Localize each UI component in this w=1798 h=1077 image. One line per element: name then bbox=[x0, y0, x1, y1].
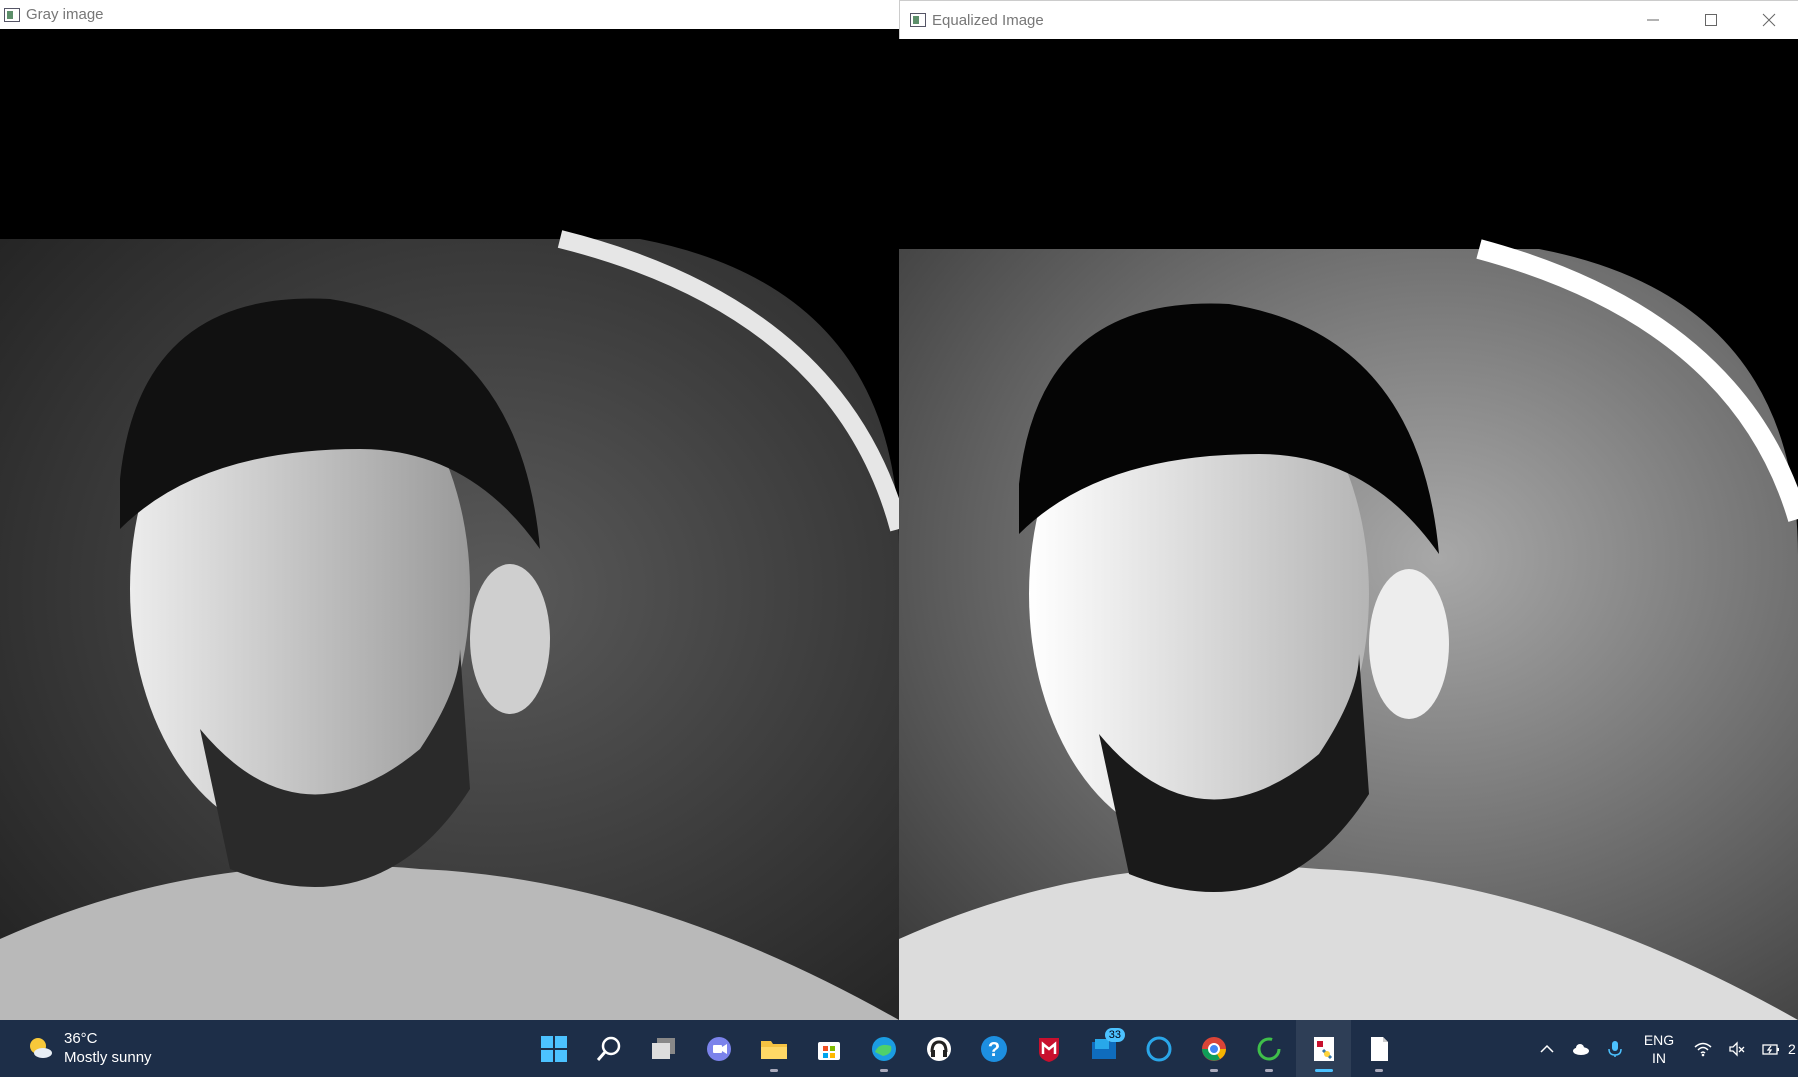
wifi-icon bbox=[1694, 1042, 1712, 1056]
running-indicator bbox=[769, 1069, 778, 1072]
equalized-window-titlebar[interactable]: Equalized Image bbox=[899, 0, 1798, 39]
mail-notification-badge: 33 bbox=[1104, 1028, 1125, 1042]
window-title: Gray image bbox=[26, 6, 104, 23]
maximize-button[interactable] bbox=[1682, 1, 1740, 39]
chrome-icon bbox=[1201, 1036, 1226, 1061]
folder-icon bbox=[760, 1040, 787, 1059]
weather-condition: Mostly sunny bbox=[64, 1049, 152, 1066]
loading-app-button[interactable] bbox=[1241, 1020, 1296, 1077]
region-code: IN bbox=[1652, 1049, 1666, 1066]
search-button[interactable] bbox=[581, 1020, 636, 1077]
headset-icon bbox=[926, 1036, 951, 1061]
running-indicator bbox=[1314, 1069, 1333, 1072]
search-icon bbox=[596, 1036, 620, 1061]
gray-photo bbox=[0, 29, 899, 1020]
minimize-button[interactable] bbox=[1624, 1, 1682, 39]
weather-temperature: 36°C bbox=[64, 1030, 98, 1047]
onedrive-button[interactable] bbox=[1564, 1040, 1598, 1058]
python-icon bbox=[1313, 1036, 1334, 1061]
chevron-up-icon bbox=[1540, 1044, 1554, 1053]
running-indicator bbox=[879, 1069, 888, 1072]
gray-image-canvas bbox=[0, 29, 899, 1020]
edge-icon bbox=[871, 1036, 896, 1061]
task-view-icon bbox=[651, 1037, 675, 1059]
equalized-photo bbox=[899, 39, 1798, 1020]
ring-icon bbox=[1257, 1037, 1280, 1060]
microphone-button[interactable] bbox=[1598, 1040, 1632, 1058]
wifi-button[interactable] bbox=[1686, 1040, 1720, 1058]
mcafee-icon bbox=[1038, 1037, 1059, 1062]
taskbar: 36°C Mostly sunny ? 33 ENG IN 2 bbox=[0, 1020, 1798, 1077]
battery-charging-icon bbox=[1762, 1043, 1779, 1055]
notepad-button[interactable] bbox=[1351, 1020, 1406, 1077]
close-button[interactable] bbox=[1740, 1, 1798, 39]
battery-button[interactable] bbox=[1754, 1040, 1788, 1058]
svg-text:?: ? bbox=[987, 1039, 999, 1061]
running-indicator bbox=[1374, 1069, 1383, 1072]
file-explorer-button[interactable] bbox=[746, 1020, 801, 1077]
running-indicator bbox=[1209, 1069, 1218, 1072]
weather-sun-cloud-icon bbox=[30, 1038, 52, 1058]
minimize-icon bbox=[1647, 19, 1659, 21]
close-icon bbox=[1762, 13, 1776, 27]
mcafee-button[interactable] bbox=[1021, 1020, 1076, 1077]
cortana-button[interactable] bbox=[1131, 1020, 1186, 1077]
equalized-image-window[interactable]: Equalized Image bbox=[899, 0, 1798, 1020]
help-icon: ? bbox=[980, 1035, 1007, 1062]
running-indicator bbox=[1264, 1069, 1273, 1072]
app-button[interactable] bbox=[911, 1020, 966, 1077]
equalized-image-canvas bbox=[899, 39, 1798, 1020]
cortana-icon bbox=[1146, 1036, 1171, 1061]
chat-icon bbox=[706, 1036, 731, 1061]
system-tray: ENG IN 2 bbox=[1530, 1020, 1798, 1077]
microsoft-store-button[interactable] bbox=[801, 1020, 856, 1077]
volume-button[interactable] bbox=[1720, 1040, 1754, 1058]
mail-button[interactable]: 33 bbox=[1076, 1020, 1131, 1077]
store-icon bbox=[817, 1041, 840, 1060]
maximize-icon bbox=[1705, 14, 1717, 26]
opencv-window-icon bbox=[4, 7, 20, 22]
volume-muted-icon bbox=[1729, 1040, 1745, 1057]
cloud-icon bbox=[1573, 1043, 1589, 1055]
window-title: Equalized Image bbox=[932, 11, 1044, 29]
windows-logo-icon bbox=[540, 1035, 567, 1062]
chrome-button[interactable] bbox=[1186, 1020, 1241, 1077]
clock[interactable]: 2 bbox=[1788, 1041, 1798, 1057]
task-view-button[interactable] bbox=[636, 1020, 691, 1077]
opencv-window-icon bbox=[910, 13, 926, 27]
show-hidden-icons-button[interactable] bbox=[1530, 1040, 1564, 1058]
weather-widget[interactable]: 36°C Mostly sunny bbox=[26, 1029, 152, 1067]
gray-image-window[interactable]: Gray image bbox=[0, 0, 899, 1020]
language-code: ENG bbox=[1643, 1031, 1675, 1048]
start-button[interactable] bbox=[526, 1020, 581, 1077]
document-icon bbox=[1370, 1036, 1388, 1061]
language-indicator[interactable]: ENG IN bbox=[1632, 1031, 1686, 1067]
microphone-icon bbox=[1608, 1040, 1622, 1057]
gray-window-titlebar[interactable]: Gray image bbox=[0, 0, 899, 29]
edge-button[interactable] bbox=[856, 1020, 911, 1077]
teams-chat-button[interactable] bbox=[691, 1020, 746, 1077]
help-button[interactable]: ? bbox=[966, 1020, 1021, 1077]
python-app-button[interactable] bbox=[1296, 1020, 1351, 1077]
taskbar-pinned-apps: ? 33 bbox=[526, 1020, 1406, 1077]
